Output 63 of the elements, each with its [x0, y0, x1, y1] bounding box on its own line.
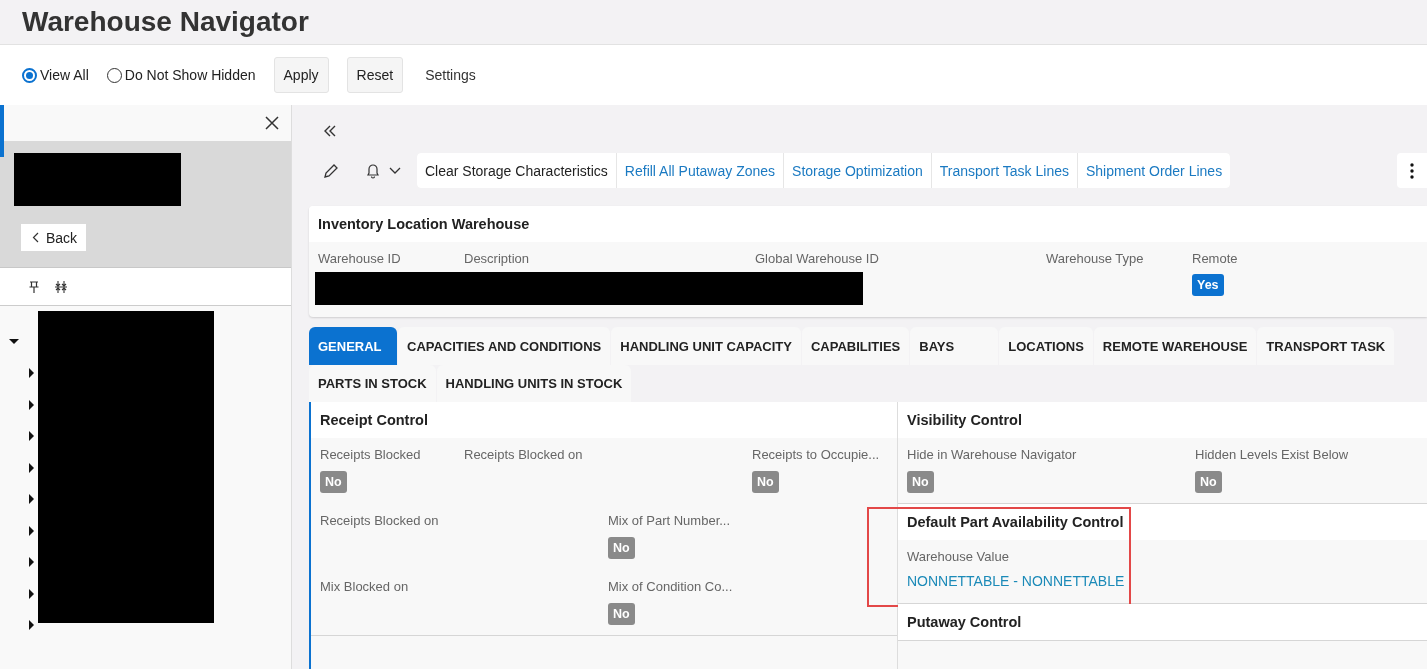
tab[interactable]: LOCATIONS [999, 327, 1093, 365]
collapse-panel-icon[interactable] [323, 125, 337, 137]
section-title: Visibility Control [907, 412, 1022, 428]
field-label: Mix of Part Number... [608, 513, 731, 528]
tab[interactable]: HANDLING UNIT CAPACITY [611, 327, 801, 365]
settings-link[interactable]: Settings [425, 67, 476, 83]
field-label: Hidden Levels Exist Below [1195, 447, 1349, 462]
tab[interactable]: REMOTE WAREHOUSE [1093, 327, 1257, 365]
field-label: Receipts Blocked on [320, 513, 439, 528]
toggle-badge: Yes [1192, 274, 1224, 296]
command-button[interactable]: Clear Storage Characteristics [417, 153, 616, 188]
caret-down-icon[interactable] [9, 336, 19, 347]
section-title: Putaway Control [907, 614, 1022, 630]
page-title: Warehouse Navigator [22, 6, 309, 38]
radio-option[interactable]: View All [22, 67, 89, 83]
field-label: Mix Blocked on [320, 579, 409, 594]
chevron-down-icon[interactable] [389, 166, 401, 175]
tab[interactable]: TRANSPORT TASK [1257, 327, 1395, 365]
action-button[interactable]: Reset [346, 57, 404, 93]
command-button[interactable]: Refill All Putaway Zones [616, 153, 784, 188]
field-label: Receipts Blocked [320, 447, 421, 462]
accent-bar [0, 105, 4, 157]
field-label: Receipts to Occupie... [752, 447, 880, 462]
field-label: Warehouse Type [1046, 251, 1144, 266]
section-title: Receipt Control [320, 412, 428, 428]
more-button[interactable] [1397, 153, 1427, 188]
caret-right-icon[interactable] [27, 620, 37, 631]
edit-icon[interactable] [323, 162, 339, 179]
tab[interactable]: BAYS [910, 327, 999, 365]
tab[interactable]: CAPABILITIES [801, 327, 910, 365]
field-label: Warehouse Value [907, 549, 1009, 564]
section-title: Default Part Availability Control [907, 514, 1124, 530]
command-button[interactable]: Transport Task Lines [931, 153, 1077, 188]
field-label: Mix of Condition Co... [608, 579, 733, 594]
command-button[interactable]: Shipment Order Lines [1077, 153, 1231, 188]
field-label: Global Warehouse ID [755, 251, 879, 266]
chevron-left-icon [32, 232, 39, 243]
radio-option[interactable]: Do Not Show Hidden [106, 67, 256, 83]
toggle-badge: No [608, 603, 635, 625]
toggle-badge: No [320, 471, 347, 493]
value-link[interactable]: NONNETTABLE - NONNETTABLE [907, 573, 1125, 589]
toggle-badge: No [907, 471, 934, 493]
tab[interactable]: HANDLING UNITS IN STOCK [436, 365, 632, 402]
toggle-badge: No [608, 537, 635, 559]
toggle-badge: No [752, 471, 779, 493]
close-icon[interactable] [265, 116, 279, 130]
card-title: Inventory Location Warehouse [318, 216, 530, 232]
action-button[interactable]: Apply [273, 57, 329, 93]
pin-icon[interactable] [29, 280, 39, 293]
field-label: Description [464, 251, 530, 266]
tab[interactable]: GENERAL [309, 327, 397, 365]
field-label: Hide in Warehouse Navigator [907, 447, 1077, 462]
bell-icon[interactable] [365, 162, 381, 179]
tab[interactable]: CAPACITIES AND CONDITIONS [398, 327, 611, 365]
kebab-icon [1410, 162, 1414, 179]
toggle-badge: No [1195, 471, 1222, 493]
command-button[interactable]: Storage Optimization [784, 153, 931, 188]
field-label: Remote [1192, 251, 1238, 266]
back-button[interactable]: Back [21, 224, 87, 251]
tab[interactable]: PARTS IN STOCK [309, 365, 436, 402]
collapse-all-icon[interactable] [55, 280, 67, 293]
field-label: Receipts Blocked on [464, 447, 583, 462]
field-label: Warehouse ID [318, 251, 401, 266]
